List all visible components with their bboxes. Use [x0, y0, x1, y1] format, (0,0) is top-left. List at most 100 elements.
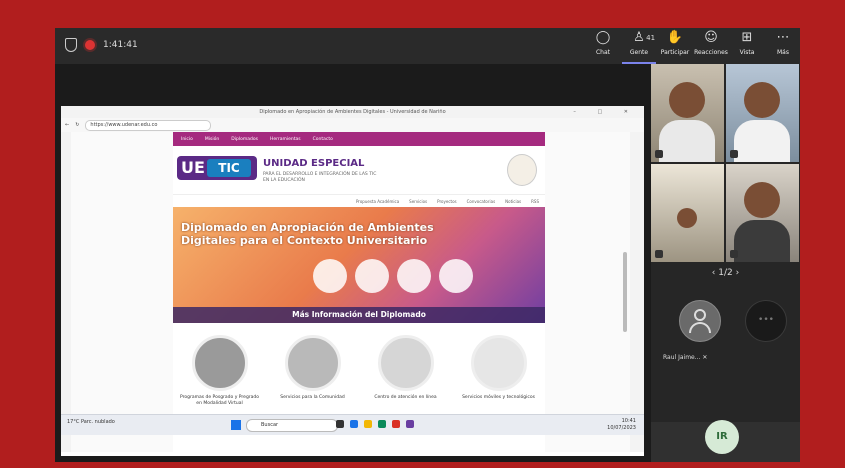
taskbar-clock[interactable]: 10:41 10/07/2023: [607, 418, 636, 432]
participant-video: [669, 82, 705, 118]
people-button[interactable]: ♙ 41 Gente: [622, 30, 656, 64]
raise-hand-icon: ✋: [666, 30, 684, 45]
banner-title: Diplomado en Apropiación de Ambientes Di…: [181, 221, 434, 247]
mic-off-icon: [730, 250, 738, 258]
meeting-timer: 1:41:41: [103, 40, 138, 50]
card-image: [191, 335, 248, 391]
app-icon[interactable]: [392, 420, 400, 428]
card-image: [470, 335, 527, 391]
recording-icon: [85, 40, 95, 50]
chevron-left-icon[interactable]: ‹: [712, 268, 716, 278]
service-card[interactable]: Centro de atención en línea: [364, 335, 448, 407]
person-icon: [694, 309, 706, 321]
video-tile[interactable]: [651, 64, 724, 162]
self-avatar: IR: [705, 420, 739, 454]
app-icon[interactable]: [350, 420, 358, 428]
device-icon: [397, 259, 431, 293]
nav-item[interactable]: Herramientas: [270, 137, 301, 142]
mic-off-icon: [730, 150, 738, 158]
gallery-pager[interactable]: ‹ 1/2 ›: [651, 268, 800, 278]
window-controls[interactable]: – □ ✕: [573, 106, 638, 118]
site-subtitle: PARA EL DESARROLLO E INTEGRACIÓN DE LAS …: [263, 172, 377, 183]
card-image: [377, 335, 434, 391]
participant-avatar[interactable]: •••: [745, 300, 787, 342]
device-icon: [313, 259, 347, 293]
university-seal-icon: [507, 154, 537, 186]
raise-hand-button[interactable]: ✋ Participar: [658, 30, 692, 62]
site-nav: Inicio Misión Diplomados Herramientas Co…: [173, 132, 545, 146]
browser-tab-title: Diplomado en Apropiación de Ambientes Di…: [259, 109, 446, 115]
service-card[interactable]: Programas de Posgrado y Pregrado en Moda…: [178, 335, 262, 407]
browser-address-bar: ← ↻ https://www.udenar.edu.co: [61, 118, 644, 133]
nav-item[interactable]: Diplomados: [231, 137, 258, 142]
site-title: UNIDAD ESPECIAL: [263, 158, 365, 169]
self-view[interactable]: IR: [651, 420, 800, 462]
browser-sidebar: [61, 132, 71, 452]
service-card[interactable]: Servicios móviles y tecnológicos: [457, 335, 541, 407]
reactions-icon: ☺: [704, 30, 718, 45]
folder-icon[interactable]: [364, 420, 372, 428]
weather-widget[interactable]: 17°C Parc. nublado: [67, 419, 115, 425]
page-scrollbar[interactable]: [623, 252, 627, 332]
participants-panel: ‹ 1/2 › ••• Raul Jaime... ✕ IR: [651, 64, 800, 462]
edge-icon[interactable]: [378, 420, 386, 428]
device-icon: [355, 259, 389, 293]
chat-button[interactable]: ◯ Chat: [586, 30, 620, 62]
banner-illustration: [313, 259, 473, 293]
meeting-info: 1:41:41: [65, 38, 138, 52]
hero-banner: Diplomado en Apropiación de Ambientes Di…: [173, 207, 545, 323]
shared-screen: Diplomado en Apropiación de Ambientes Di…: [61, 106, 644, 456]
udenar-site: Inicio Misión Diplomados Herramientas Co…: [173, 132, 545, 452]
reactions-button[interactable]: ☺ Reacciones: [694, 30, 728, 62]
url-field[interactable]: https://www.udenar.edu.co: [85, 119, 212, 131]
uetic-logo[interactable]: UE TIC: [177, 156, 257, 180]
chat-icon: ◯: [595, 30, 611, 45]
browser-right-sidebar: [630, 132, 644, 452]
more-button[interactable]: ⋯ Más: [766, 30, 800, 62]
app-icon[interactable]: [336, 420, 344, 428]
nav-item[interactable]: Inicio: [181, 137, 193, 142]
view-button[interactable]: ⊞ Vista: [730, 30, 764, 62]
video-tile[interactable]: [726, 164, 799, 262]
participant-video: [744, 182, 780, 218]
chevron-right-icon[interactable]: ›: [736, 268, 740, 278]
windows-start-icon[interactable]: [231, 420, 241, 430]
participant-count: 41: [646, 34, 656, 42]
teams-meeting-window: 1:41:41 ◯ Chat ♙ 41 Gente ✋ Participar ☺ …: [55, 28, 800, 462]
people-icon: ♙ 41: [633, 30, 656, 45]
web-page: Inicio Misión Diplomados Herramientas Co…: [71, 132, 630, 452]
menu-item[interactable]: Propuesta Académica: [356, 199, 399, 204]
menu-item[interactable]: Noticias: [505, 199, 521, 204]
menu-item[interactable]: Proyectos: [437, 199, 456, 204]
participant-video: [677, 208, 697, 228]
taskbar-apps: [336, 420, 414, 428]
video-tile[interactable]: [651, 164, 724, 262]
back-icon[interactable]: ←: [65, 122, 69, 128]
service-card[interactable]: Servicios para la Comunidad: [271, 335, 355, 407]
service-cards: Programas de Posgrado y Pregrado en Moda…: [173, 323, 545, 407]
mic-off-icon: [655, 150, 663, 158]
participant-avatar[interactable]: [679, 300, 721, 342]
view-icon: ⊞: [741, 30, 753, 45]
nav-item[interactable]: Misión: [205, 137, 219, 142]
video-tile[interactable]: [726, 64, 799, 162]
meeting-top-bar: 1:41:41 ◯ Chat ♙ 41 Gente ✋ Participar ☺ …: [55, 28, 800, 64]
mic-off-icon: ✕: [702, 354, 708, 361]
nav-item[interactable]: Contacto: [313, 137, 333, 142]
windows-taskbar: 17°C Parc. nublado Buscar 10:41 10/07/20…: [61, 414, 644, 435]
refresh-icon[interactable]: ↻: [75, 122, 79, 128]
menu-item[interactable]: RSS: [531, 199, 539, 204]
more-info-button[interactable]: Más Información del Diplomado: [173, 307, 545, 323]
teams-icon[interactable]: [406, 420, 414, 428]
menu-item[interactable]: Servicios: [409, 199, 427, 204]
screen-share-stage: Diplomado en Apropiación de Ambientes Di…: [55, 64, 651, 462]
site-header: UE TIC UNIDAD ESPECIAL PARA EL DESARROLL…: [173, 146, 545, 195]
participant-name: Raul Jaime... ✕: [663, 354, 708, 361]
menu-item[interactable]: Convocatorias: [467, 199, 496, 204]
mic-off-icon: [655, 250, 663, 258]
browser-title-bar: Diplomado en Apropiación de Ambientes Di…: [61, 106, 644, 118]
taskbar-search[interactable]: Buscar: [246, 419, 338, 432]
more-icon: ⋯: [776, 30, 790, 45]
site-menu: Propuesta Académica Servicios Proyectos …: [173, 195, 545, 207]
card-image: [284, 335, 341, 391]
